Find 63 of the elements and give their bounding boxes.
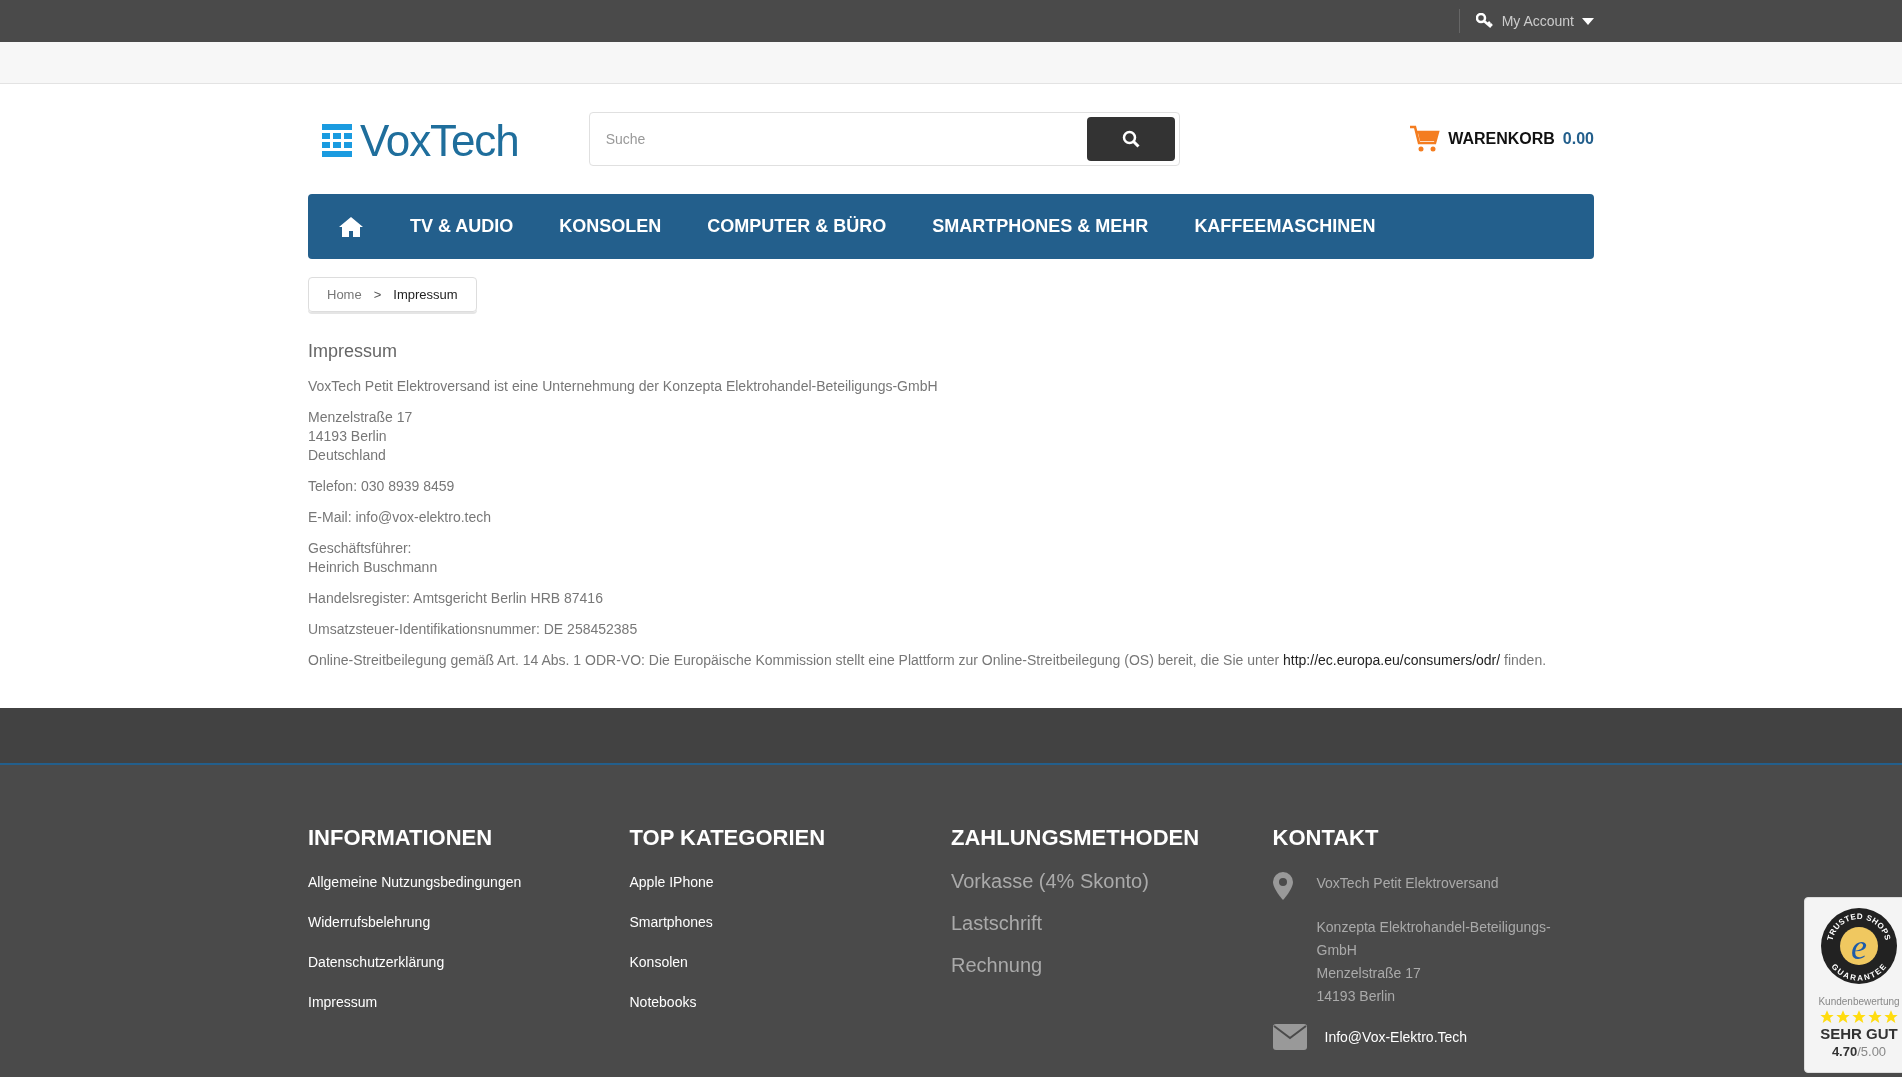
footer-heading: INFORMATIONEN bbox=[308, 824, 494, 852]
imprint-text: Umsatzsteuer-Identifikationsnummer: DE 258452385 bbox=[308, 620, 639, 639]
search-button[interactable] bbox=[1086, 117, 1175, 161]
contact-name: VoxTech Petit Elektroversand bbox=[1316, 874, 1500, 893]
payment-method: Rechnung bbox=[951, 953, 1043, 978]
nav-link[interactable]: SMARTPHONES & MEHR bbox=[932, 213, 1149, 240]
footer-link[interactable]: Allgemeine Nutzungsbedingungen bbox=[308, 872, 522, 893]
payment-method: Lastschrift bbox=[951, 911, 1043, 936]
search-field[interactable]: Suche bbox=[593, 117, 1087, 161]
nav-link[interactable]: TV & AUDIO bbox=[410, 213, 514, 240]
imprint-text: Geschäftsführer: bbox=[308, 539, 413, 558]
star-icon bbox=[1851, 1009, 1867, 1025]
imprint-text: E-Mail: info@vox-elektro.tech bbox=[308, 508, 493, 527]
search-box[interactable]: Suche bbox=[588, 112, 1180, 166]
imprint-text: Heinrich Buschmann bbox=[308, 558, 439, 577]
footer-link[interactable]: Apple IPhone bbox=[629, 872, 714, 893]
nav-link[interactable]: COMPUTER & BÜRO bbox=[707, 213, 887, 240]
star-icon bbox=[1883, 1009, 1899, 1025]
star-icon bbox=[1835, 1009, 1851, 1025]
footer-link[interactable]: Smartphones bbox=[629, 912, 713, 933]
imprint-text: Deutschland bbox=[308, 446, 387, 465]
odr-link[interactable]: http://ec.europa.eu/consumers/odr/ bbox=[1283, 652, 1501, 668]
footer-heading: ZAHLUNGSMETHODEN bbox=[951, 824, 1201, 852]
envelope-icon bbox=[1272, 1024, 1307, 1050]
breadcrumb-link[interactable]: Home bbox=[327, 284, 362, 305]
nav-link[interactable]: KAFFEEMASCHINEN bbox=[1194, 213, 1376, 240]
contact-address: 14193 Berlin bbox=[1316, 987, 1397, 1006]
breadcrumb-separator: > bbox=[373, 285, 382, 304]
payment-method: Vorkasse (4% Skonto) bbox=[951, 869, 1149, 894]
footer-heading: KONTAKT bbox=[1272, 824, 1380, 852]
nav-link[interactable]: KONSOLEN bbox=[559, 213, 662, 240]
logo: VoxTech bbox=[308, 115, 519, 163]
rating-score: 4.70/5.00 bbox=[1831, 1043, 1887, 1060]
footer-heading: TOP KATEGORIEN bbox=[629, 824, 827, 852]
footer-link[interactable]: Widerrufsbelehrung bbox=[308, 912, 431, 933]
footer-link[interactable]: Impressum bbox=[308, 992, 378, 1013]
logo-icon bbox=[322, 124, 352, 158]
cart-button[interactable]: WARENKORB 0.00 bbox=[1410, 125, 1594, 153]
caret-icon bbox=[1582, 17, 1594, 25]
imprint-text: Telefon: 030 8939 8459 bbox=[308, 477, 456, 496]
contact-email[interactable]: Info@Vox-Elektro.Tech bbox=[1324, 1026, 1468, 1048]
star-icon bbox=[1867, 1009, 1883, 1025]
account-menu[interactable]: My Account bbox=[1475, 10, 1594, 32]
home-icon[interactable] bbox=[338, 215, 364, 238]
imprint-text: Menzelstraße 17 bbox=[308, 408, 414, 427]
star-icon bbox=[1819, 1009, 1835, 1025]
rating-verdict: SEHR GUT bbox=[1820, 1025, 1898, 1044]
location-pin-icon bbox=[1272, 872, 1293, 900]
cart-icon bbox=[1410, 125, 1441, 153]
contact-address: Konzepta Elektrohandel-Beteiligungs-GmbH bbox=[1316, 918, 1552, 960]
footer-link[interactable]: Konsolen bbox=[629, 952, 688, 973]
imprint-text: Handelsregister: Amtsgericht Berlin HRB 87416 bbox=[308, 589, 604, 608]
search-icon bbox=[1121, 130, 1140, 148]
rating-label: Kundenbewertung bbox=[1818, 995, 1900, 1009]
contact-address: Menzelstraße 17 bbox=[1316, 964, 1422, 983]
breadcrumb-link[interactable]: Impressum bbox=[393, 284, 458, 305]
key-icon bbox=[1475, 13, 1494, 29]
imprint-text: Online-Streitbeilegung gemäß Art. 14 Abs. 1 ODR-VO: Die Europäische Kommission stellt eine Plattform zur Online-Streitbeilegung (OS) bereit, die Sie unter http://ec.europa.eu/consumers/odr/ finden. bbox=[308, 651, 1548, 670]
footer-link[interactable]: Datenschutzerklärung bbox=[308, 952, 445, 973]
footer-link[interactable]: Notebooks bbox=[629, 992, 697, 1013]
imprint-text: VoxTech Petit Elektroversand ist eine Unternehmung der Konzepta Elektrohandel-Beteiligungs-GmbH bbox=[308, 377, 939, 396]
imprint-text: 14193 Berlin bbox=[308, 427, 388, 446]
page-title: Impressum bbox=[308, 340, 398, 363]
